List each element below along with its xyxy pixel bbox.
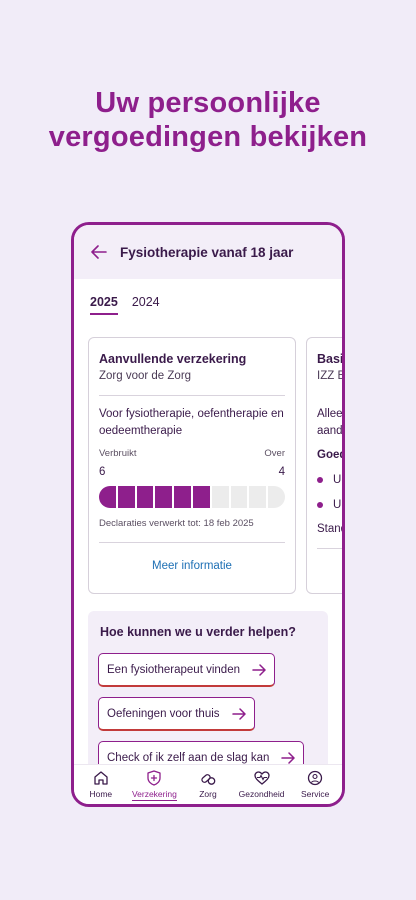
help-section: Hoe kunnen we u verder helpen? Een fysio… [88, 611, 328, 764]
remaining-value: 4 [278, 466, 285, 478]
self-check-button[interactable]: Check of ik zelf aan de slag kan [98, 741, 305, 764]
page-headline: Uw persoonlijke vergoedingen bekijken [0, 86, 416, 154]
arrow-right-icon [281, 751, 296, 764]
progress-segment-remaining [211, 486, 229, 508]
arrow-right-icon [231, 707, 246, 720]
used-value: 6 [99, 466, 106, 478]
peek-card-subtitle: IZZ B [317, 370, 342, 382]
headline-line-2: vergoedingen bekijken [48, 121, 368, 153]
help-title: Hoe kunnen we u verder helpen? [100, 625, 296, 639]
main-content: 2025 2024 Aanvullende verzekering Zorg v… [74, 279, 342, 764]
remaining-label: Over [264, 448, 285, 459]
app-bar: Fysiotherapie vanaf 18 jaar [74, 225, 342, 279]
card-subtitle: Zorg voor de Zorg [99, 370, 192, 382]
tab-2025[interactable]: 2025 [90, 295, 118, 315]
nav-item-gezondheid[interactable]: Gezondheid [235, 765, 289, 804]
headline-line-1: Uw persoonlijke [95, 87, 321, 119]
card-title: Aanvullende verzekering [99, 352, 247, 366]
used-label: Verbruikt [99, 448, 137, 459]
coverage-card: Aanvullende verzekering Zorg voor de Zor… [88, 337, 296, 594]
progress-segment-used [99, 486, 116, 508]
home-exercises-button[interactable]: Oefeningen voor thuis [98, 697, 255, 731]
peek-bullet-2: U [317, 499, 341, 511]
peek-line-2: aand [317, 425, 342, 437]
usage-progress-bar [99, 486, 285, 508]
nav-item-service[interactable]: Service [288, 765, 342, 804]
card-description: Voor fysiotherapie, oefentherapie en oed… [99, 408, 284, 437]
peek-line-3: Stand [317, 523, 342, 535]
find-physio-button[interactable]: Een fysiotherapeut vinden [98, 653, 275, 687]
progress-segment-remaining [268, 486, 285, 508]
divider [99, 542, 285, 543]
progress-segment-used [174, 486, 191, 508]
shield-plus-icon [147, 770, 162, 786]
divider [99, 395, 285, 396]
nav-item-zorg[interactable]: Zorg [181, 765, 235, 804]
pills-icon [201, 774, 216, 785]
usage-values: 6 4 [99, 466, 285, 478]
progress-segment-used [117, 486, 135, 508]
coverage-card-peek[interactable]: Basi IZZ B Allee aand Goed U U Stand [306, 337, 342, 594]
peek-bullet-1: U [317, 474, 341, 486]
phone-frame: Fysiotherapie vanaf 18 jaar 2025 2024 Aa… [71, 222, 345, 807]
more-info-link[interactable]: Meer informatie [89, 560, 295, 572]
peek-line-1: Allee [317, 408, 342, 420]
processed-date: Declaraties verwerkt tot: 18 feb 2025 [99, 518, 254, 529]
chat-support-icon [308, 770, 323, 786]
progress-segment-used [192, 486, 210, 508]
page-title: Fysiotherapie vanaf 18 jaar [120, 244, 294, 260]
peek-bold-line: Goed [317, 449, 342, 461]
bullet-dot-icon [317, 477, 323, 483]
arrow-right-icon [252, 663, 266, 676]
bottom-navigation: Home Verzekering Zorg Gezondheid Service [74, 764, 342, 804]
progress-segment-remaining [230, 486, 248, 508]
progress-segment-used [155, 486, 173, 508]
bullet-dot-icon [317, 502, 323, 508]
nav-item-verzekering[interactable]: Verzekering [128, 765, 182, 804]
usage-labels: Verbruikt Over [99, 448, 285, 459]
divider [317, 548, 342, 549]
progress-segment-used [136, 486, 154, 508]
tab-2024[interactable]: 2024 [132, 295, 160, 315]
nav-item-home[interactable]: Home [74, 765, 128, 804]
year-tabs: 2025 2024 [90, 295, 174, 315]
heart-pulse-icon [253, 771, 270, 785]
peek-card-title: Basi [317, 352, 342, 366]
home-icon [94, 771, 108, 785]
progress-segment-remaining [249, 486, 267, 508]
arrow-left-icon[interactable] [90, 243, 108, 261]
